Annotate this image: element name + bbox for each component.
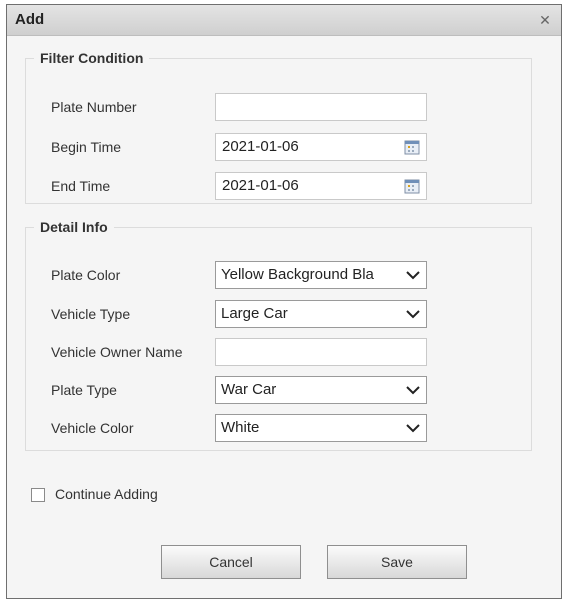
vehicle-type-select[interactable]: Large Car [215,300,427,328]
plate-number-label: Plate Number [51,99,137,115]
owner-name-input[interactable] [215,338,427,366]
continue-adding-label: Continue Adding [55,486,158,502]
vehicle-type-value: Large Car [221,305,288,322]
plate-type-label: Plate Type [51,382,117,398]
begin-time-value: 2021-01-06 [222,138,299,155]
filter-condition-legend: Filter Condition [40,50,144,66]
chevron-down-icon [406,310,420,319]
plate-color-label: Plate Color [51,267,121,283]
plate-color-value: Yellow Background Bla [221,266,374,283]
chevron-down-icon [406,386,420,395]
owner-name-label: Vehicle Owner Name [51,344,183,360]
vehicle-color-value: White [221,419,260,436]
vehicle-color-select[interactable]: White [215,414,427,442]
begin-time-label: Begin Time [51,139,122,155]
vehicle-type-label: Vehicle Type [51,306,131,322]
chevron-down-icon [406,424,420,433]
cancel-button[interactable]: Cancel [161,545,301,579]
calendar-icon[interactable] [404,139,420,155]
continue-adding-checkbox[interactable] [31,488,45,502]
add-dialog: Add ✕ Filter Condition Plate Number Begi… [6,4,562,599]
detail-info-legend: Detail Info [40,219,108,235]
dialog-titlebar[interactable]: Add ✕ [7,5,561,36]
begin-time-input[interactable]: 2021-01-06 [215,133,427,161]
chevron-down-icon [406,271,420,280]
plate-type-select[interactable]: War Car [215,376,427,404]
end-time-input[interactable]: 2021-01-06 [215,172,427,200]
plate-number-input[interactable] [215,93,427,121]
save-button[interactable]: Save [327,545,467,579]
calendar-icon[interactable] [404,178,420,194]
end-time-value: 2021-01-06 [222,177,299,194]
end-time-label: End Time [51,178,111,194]
close-icon[interactable]: ✕ [537,12,553,28]
vehicle-color-label: Vehicle Color [51,420,134,436]
dialog-title: Add [15,11,45,28]
plate-color-select[interactable]: Yellow Background Bla [215,261,427,289]
plate-type-value: War Car [221,381,277,398]
